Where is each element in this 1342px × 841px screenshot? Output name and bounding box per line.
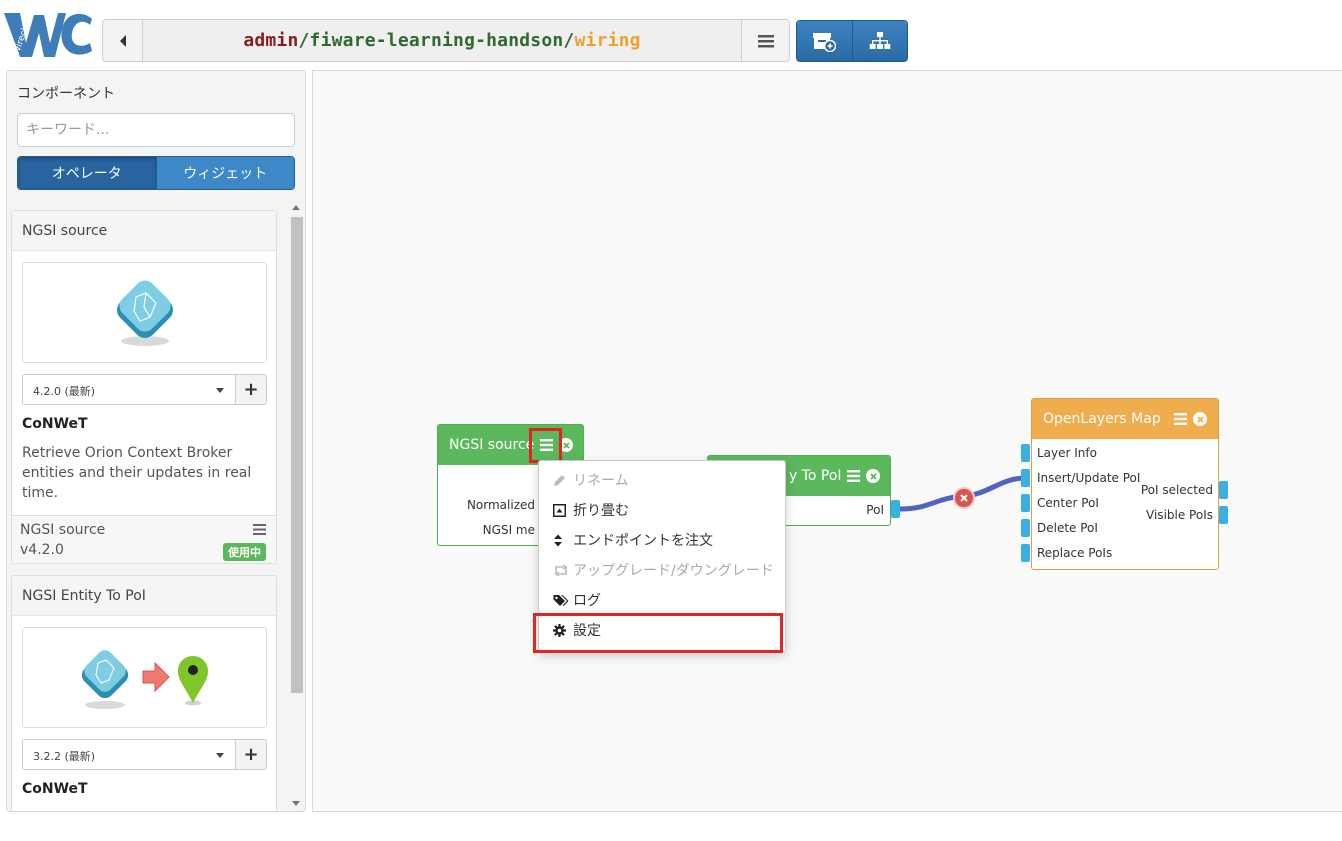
- endpoint-label: NGSI me: [482, 523, 535, 537]
- endpoint-label: Normalized: [466, 498, 535, 512]
- menu-item-label: リネーム: [573, 473, 629, 489]
- input-endpoint[interactable]: [1021, 469, 1030, 487]
- endpoint-label: Insert/Update PoI: [1037, 471, 1141, 485]
- endpoint-label: Layer Info: [1037, 446, 1097, 460]
- collapse-icon: [553, 503, 566, 517]
- component-title: OpenLayers Map: [1043, 411, 1161, 427]
- menu-item-sort-endpoints[interactable]: エンドポイントを注文: [539, 525, 785, 555]
- endpoint-label: Center PoI: [1037, 496, 1099, 510]
- remove-component-icon[interactable]: [1193, 412, 1207, 426]
- widget-openlayers-map[interactable]: OpenLayers Map Layer Info Insert/Update …: [1031, 398, 1219, 570]
- sort-icon: [554, 534, 562, 546]
- component-menu-icon[interactable]: [847, 470, 860, 482]
- input-endpoint[interactable]: [1021, 494, 1030, 512]
- input-endpoint[interactable]: [1021, 519, 1030, 537]
- endpoint-label: PoI: [866, 503, 884, 517]
- remove-component-icon[interactable]: [866, 469, 880, 483]
- menu-item-label: ログ: [573, 593, 601, 609]
- component-title: y To PoI: [789, 468, 842, 484]
- tags-icon: [553, 594, 569, 606]
- output-endpoint[interactable]: [1219, 481, 1228, 499]
- remove-connection-button[interactable]: [953, 487, 975, 509]
- highlight-menu-button: [529, 428, 562, 463]
- endpoint-label: Delete PoI: [1037, 521, 1098, 535]
- menu-item-label: アップグレード/ダウングレード: [573, 563, 774, 579]
- endpoint-label: Visible PoIs: [1146, 508, 1213, 522]
- endpoint-label: PoI selected: [1140, 483, 1213, 497]
- input-endpoint[interactable]: [1021, 444, 1030, 462]
- close-icon: [960, 494, 968, 502]
- menu-item-label: 折り畳む: [573, 503, 629, 519]
- menu-item-rename[interactable]: リネーム: [539, 465, 785, 495]
- component-menu-icon[interactable]: [1174, 413, 1187, 425]
- input-endpoint[interactable]: [1021, 544, 1030, 562]
- menu-item-label: エンドポイントを注文: [573, 533, 713, 549]
- output-endpoint[interactable]: [891, 500, 900, 518]
- output-endpoint[interactable]: [1219, 506, 1228, 524]
- component-header-buttons: [1174, 412, 1207, 426]
- component-title: NGSI source: [449, 437, 535, 453]
- menu-item-collapse[interactable]: 折り畳む: [539, 495, 785, 525]
- highlight-settings-item: [533, 613, 783, 653]
- endpoint-label: Replace PoIs: [1037, 546, 1113, 560]
- menu-item-logs[interactable]: ログ: [539, 585, 785, 615]
- retweet-icon: [555, 563, 567, 577]
- pencil-icon: [554, 474, 565, 486]
- menu-item-upgrade-downgrade[interactable]: アップグレード/ダウングレード: [539, 555, 785, 585]
- component-header-buttons: [847, 469, 880, 483]
